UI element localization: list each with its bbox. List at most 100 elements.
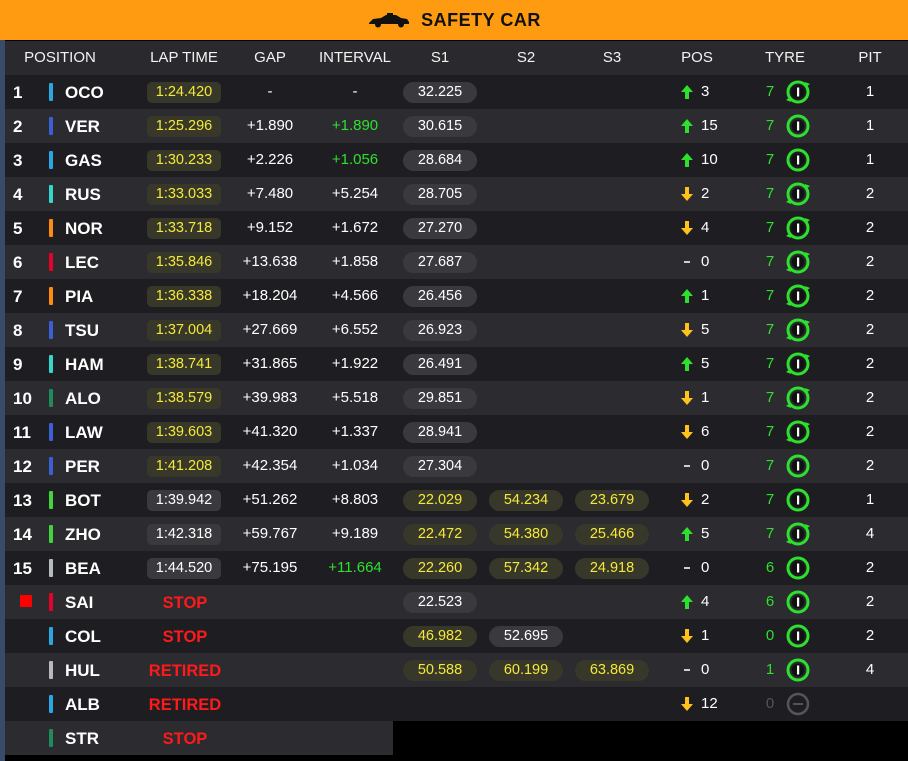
team-color-bar xyxy=(49,627,53,645)
tyre-age: 7 xyxy=(765,83,775,100)
sector-s3: 24.918 xyxy=(575,558,649,579)
pit-count: 2 xyxy=(865,219,875,236)
interval-value: +1.890 xyxy=(331,117,379,134)
safety-car-icon xyxy=(369,13,410,28)
arrow-up-icon xyxy=(681,595,693,609)
team-color-bar xyxy=(49,355,53,373)
red-flag-icon xyxy=(20,595,32,607)
sector-s1: 32.225 xyxy=(403,82,477,103)
tyre-recycle-icon xyxy=(786,216,810,240)
driver-code: GAS xyxy=(65,151,102,170)
team-color-bar xyxy=(49,457,53,475)
gap-value: +42.354 xyxy=(242,457,298,474)
sector-s2: 54.380 xyxy=(489,524,563,545)
table-row: SAI STOP 22.523 4 6 2 xyxy=(5,585,908,619)
table-row: 15 BEA 1:44.520 +75.195 +11.664 22.260 57.342 2… xyxy=(5,551,908,585)
tyre-age: 7 xyxy=(765,185,775,202)
lap-time: 1:37.004 xyxy=(147,320,221,341)
sector-s1: 27.270 xyxy=(403,218,477,239)
sector-s1: 30.615 xyxy=(403,116,477,137)
position-change: 15 xyxy=(701,117,718,134)
gap-value: +39.983 xyxy=(242,389,298,406)
position-change: 10 xyxy=(701,151,718,168)
driver-code: COL xyxy=(65,627,101,646)
tyre-recycle-icon xyxy=(786,420,810,444)
pit-count: 4 xyxy=(865,661,875,678)
team-color-bar xyxy=(49,423,53,441)
position-change: 2 xyxy=(701,185,710,202)
team-color-bar xyxy=(49,525,53,543)
tyre-age: 7 xyxy=(765,457,775,474)
arrow-down-icon xyxy=(681,697,693,711)
position-number: 7 xyxy=(13,287,23,306)
driver-code: HAM xyxy=(65,355,104,374)
tyre-recycle-icon xyxy=(786,522,810,546)
tyre-age: 7 xyxy=(765,491,775,508)
interval-value: +8.803 xyxy=(331,491,379,508)
tyre-hard-icon xyxy=(786,556,810,580)
sector-s3: 25.466 xyxy=(575,524,649,545)
team-color-bar xyxy=(49,287,53,305)
pit-count: 2 xyxy=(865,627,875,644)
sector-s1: 27.304 xyxy=(403,456,477,477)
position-change: 4 xyxy=(701,593,710,610)
safety-car-banner: SAFETY CAR xyxy=(0,0,908,40)
table-row: STR STOP xyxy=(5,721,393,755)
lap-time: 1:41.208 xyxy=(147,456,221,477)
col-pit: PIT xyxy=(858,49,882,66)
table-header: POSITION LAP TIME GAP INTERVAL S1 S2 S3 … xyxy=(5,41,908,75)
table-row: HUL RETIRED 50.588 60.199 63.869 0 1 4 xyxy=(5,653,908,687)
tyre-age: 7 xyxy=(765,389,775,406)
position-number: 11 xyxy=(13,423,31,442)
position-change: 4 xyxy=(701,219,710,236)
lap-time: 1:24.420 xyxy=(147,82,221,103)
pit-count: 2 xyxy=(865,253,875,270)
tyre-age: 6 xyxy=(765,593,775,610)
sector-s1: 28.941 xyxy=(403,422,477,443)
position-change: 1 xyxy=(701,389,710,406)
pit-count: 2 xyxy=(865,287,875,304)
interval-value: +1.337 xyxy=(331,423,379,440)
tyre-hard-icon xyxy=(786,114,810,138)
driver-code: RUS xyxy=(65,185,101,204)
col-s3: S3 xyxy=(602,49,622,66)
position-number: 6 xyxy=(13,253,23,272)
team-color-bar xyxy=(49,559,53,577)
team-color-bar xyxy=(49,661,53,679)
tyre-age: 7 xyxy=(765,525,775,542)
sector-s1: 26.456 xyxy=(403,286,477,307)
table-row: 8 TSU 1:37.004 +27.669 +6.552 26.923 5 7 2 xyxy=(5,313,908,347)
tyre-recycle-icon xyxy=(786,250,810,274)
interval-value: +1.034 xyxy=(331,457,379,474)
pit-count: 2 xyxy=(865,355,875,372)
arrow-down-icon xyxy=(681,187,693,201)
arrow-up-icon xyxy=(681,527,693,541)
arrow-down-icon xyxy=(681,221,693,235)
sector-s1: 50.588 xyxy=(403,660,477,681)
arrow-up-icon xyxy=(681,119,693,133)
team-color-bar xyxy=(49,219,53,237)
tyre-age: 0 xyxy=(765,627,775,644)
gap-value: - xyxy=(267,83,273,100)
pit-count: 2 xyxy=(865,457,875,474)
driver-code: ALO xyxy=(65,389,101,408)
tyre-age: 7 xyxy=(765,423,775,440)
position-change: 0 xyxy=(701,661,710,678)
tyre-age: 6 xyxy=(765,559,775,576)
sector-s1: 28.705 xyxy=(403,184,477,205)
team-color-bar xyxy=(49,593,53,611)
sector-s1: 29.851 xyxy=(403,388,477,409)
sector-s1: 26.491 xyxy=(403,354,477,375)
team-color-bar xyxy=(49,389,53,407)
col-tyre: TYRE xyxy=(764,49,805,66)
lap-time: 1:38.579 xyxy=(147,388,221,409)
position-change: 1 xyxy=(701,627,710,644)
team-color-bar xyxy=(49,729,53,747)
sector-s2: 54.234 xyxy=(489,490,563,511)
table-row: 14 ZHO 1:42.318 +59.767 +9.189 22.472 54.380 25… xyxy=(5,517,908,551)
interval-value: +9.189 xyxy=(331,525,379,542)
interval-value: +11.664 xyxy=(328,559,382,576)
table-row: 12 PER 1:41.208 +42.354 +1.034 27.304 0 7 2 xyxy=(5,449,908,483)
no-change-icon xyxy=(684,465,690,467)
col-s2: S2 xyxy=(516,49,536,66)
